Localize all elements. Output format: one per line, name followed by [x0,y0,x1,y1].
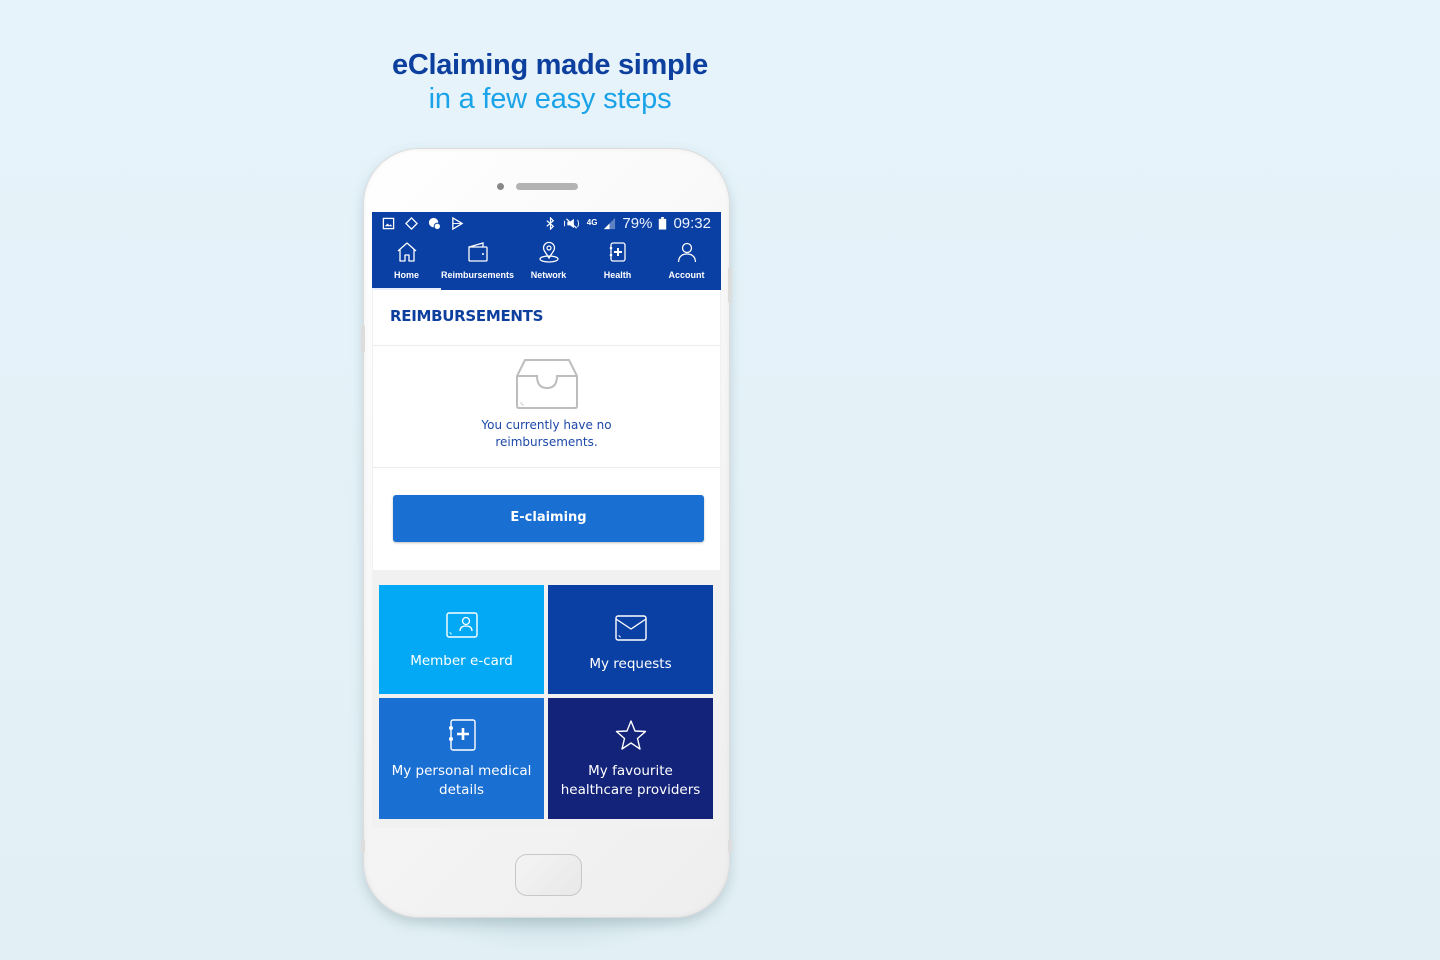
home-icon [397,242,416,262]
nav-tab-account[interactable]: Account [652,234,721,290]
app-screen: 4G 79% 09:32 Home Reimbursements Network… [372,212,721,828]
earpiece-speaker [516,183,578,190]
tile-member-ecard[interactable]: Member e-card [379,585,544,694]
status-bar: 4G 79% 09:32 [372,212,721,234]
signal-icon [604,217,616,229]
inbox-tray-icon [515,359,578,409]
nav-tab-reimbursements[interactable]: Reimbursements [441,234,514,290]
nav-tab-health[interactable]: Health [583,234,652,290]
screen-rotate-icon [405,216,418,230]
tile-my-requests[interactable]: My requests [548,585,713,694]
tile-label: My requests [589,656,672,672]
battery-percent: 79% [622,214,653,232]
nav-tab-label: Home [393,270,419,280]
nav-tab-label: Reimbursements [441,270,515,280]
nav-tab-label: Network [530,270,567,280]
star-icon [615,719,646,750]
network-type-icon: 4G [586,218,598,227]
medical-book-icon [609,242,626,262]
tile-favourite-providers[interactable]: My favourite healthcare providers [548,698,713,819]
gallery-icon [382,217,395,229]
side-button [361,325,365,353]
front-camera [497,183,504,190]
side-button [361,839,365,853]
bottom-nav: Home Reimbursements Network Health Accou… [372,234,721,290]
tile-medical-details[interactable]: My personal medical details [379,698,544,819]
nav-tab-home[interactable]: Home [372,234,441,290]
tile-label: My favourite healthcare providers [560,762,701,798]
medical-book-icon [448,718,476,751]
play-store-icon [452,216,464,230]
tile-label: Member e-card [410,653,513,669]
sync-icon [428,217,441,230]
headline-subtitle: in a few easy steps [428,83,672,115]
envelope-icon [614,615,647,641]
empty-message-line1: You currently have no [481,418,612,432]
nav-tab-network[interactable]: Network [514,234,583,290]
reimbursements-card: REIMBURSEMENTS You currently have no rei… [373,290,720,570]
headline-title: eClaiming made simple [391,49,709,81]
nav-tab-label: Account [668,270,705,280]
empty-message-line2: reimbursements. [495,435,598,449]
battery-icon [659,216,667,230]
e-claiming-button[interactable]: E-claiming [393,495,704,542]
bluetooth-icon [546,216,554,230]
user-icon [677,242,696,263]
headline: eClaiming made simple in a few easy step… [360,48,740,116]
wallet-icon [467,242,488,262]
tile-label: My personal medical details [391,762,532,798]
side-button [728,839,732,853]
side-button [728,267,732,303]
clock: 09:32 [673,214,711,232]
shortcut-grid: Member e-card My requests My personal me… [379,585,714,819]
location-pin-icon [538,241,559,263]
empty-state: You currently have no reimbursements. [373,346,720,468]
section-title: REIMBURSEMENTS [373,290,720,346]
nav-tab-label: Health [603,270,632,280]
mute-icon [563,217,579,229]
member-card-icon [445,612,478,638]
home-hardware-button[interactable] [515,854,582,896]
